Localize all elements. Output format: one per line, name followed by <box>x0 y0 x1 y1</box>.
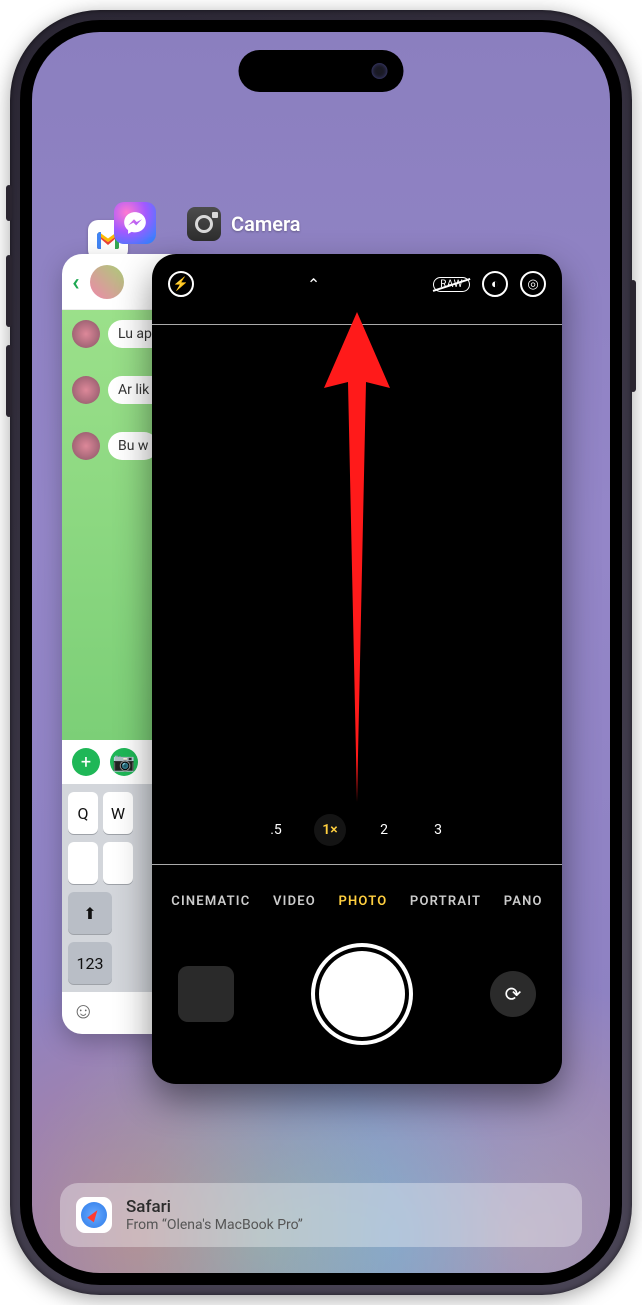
raw-toggle[interactable]: RAW <box>433 277 470 292</box>
message-bubble: Bu w <box>108 432 158 460</box>
screen: Camera ‹ Lu ap th Ar lik is Bu w + 📷 <box>32 32 610 1273</box>
volume-down-button[interactable] <box>6 345 12 417</box>
compose-row: + 📷 <box>62 740 202 784</box>
messages-navbar: ‹ <box>62 254 202 310</box>
mode-photo[interactable]: PHOTO <box>338 894 387 909</box>
arrow-icon <box>324 312 390 802</box>
app-card-messages[interactable]: ‹ Lu ap th Ar lik is Bu w + 📷 Q W <box>62 254 202 1034</box>
volume-up-button[interactable] <box>6 255 12 327</box>
avatar <box>72 320 100 348</box>
front-camera-icon <box>372 63 388 79</box>
app-card-camera[interactable]: ⚡ ⌃ RAW ◐ ◎ .5 1× 2 3 <box>152 254 562 1084</box>
last-photo-thumbnail[interactable] <box>178 966 234 1022</box>
avatar <box>72 376 100 404</box>
keyboard[interactable]: Q W ⬆ 123 <box>62 784 202 992</box>
avatar <box>72 432 100 460</box>
back-chevron-icon[interactable]: ‹ <box>72 268 80 296</box>
message-bubble: Lu ap th <box>108 320 178 348</box>
zoom-selector[interactable]: .5 1× 2 3 <box>152 814 562 846</box>
shift-key[interactable]: ⬆ <box>68 892 112 934</box>
numbers-key[interactable]: 123 <box>68 942 112 984</box>
flash-icon[interactable]: ⚡ <box>168 271 194 297</box>
handoff-title: Safari <box>126 1197 303 1217</box>
safari-icon <box>76 1197 112 1233</box>
flip-camera-button[interactable]: ⟳ <box>490 971 536 1017</box>
mode-pano[interactable]: PANO <box>504 894 543 909</box>
zoom-1x[interactable]: 1× <box>314 814 346 846</box>
filters-icon[interactable]: ◎ <box>520 271 546 297</box>
camera-shutter-row: ⟳ <box>152 934 562 1054</box>
emoji-key[interactable]: ☺ <box>62 992 202 1030</box>
app-card-header-camera: Camera <box>187 207 301 241</box>
gmail-app-icon <box>88 220 128 260</box>
mute-switch[interactable] <box>6 185 12 221</box>
key-w[interactable]: W <box>103 792 133 834</box>
key-q[interactable]: Q <box>68 792 98 834</box>
camera-top-toolbar: ⚡ ⌃ RAW ◐ ◎ <box>152 254 562 314</box>
attach-button[interactable]: + <box>72 748 100 776</box>
zoom-0-5x[interactable]: .5 <box>260 814 292 846</box>
side-button[interactable] <box>630 280 636 392</box>
live-photo-icon[interactable]: ◐ <box>482 271 508 297</box>
camera-button[interactable]: 📷 <box>110 748 138 776</box>
messages-thread: Lu ap th Ar lik is Bu w <box>62 310 202 740</box>
app-card-title: Camera <box>231 212 301 236</box>
chevron-up-icon[interactable]: ⌃ <box>301 271 327 297</box>
mode-video[interactable]: VIDEO <box>273 894 316 909</box>
iphone-frame: Camera ‹ Lu ap th Ar lik is Bu w + 📷 <box>10 10 632 1295</box>
camera-mode-selector[interactable]: CINEMATIC VIDEO PHOTO PORTRAIT PANO <box>152 894 562 909</box>
shutter-button[interactable] <box>319 951 405 1037</box>
handoff-banner[interactable]: Safari From “Olena's MacBook Pro” <box>60 1183 582 1247</box>
camera-app-icon <box>187 207 221 241</box>
handoff-subtitle: From “Olena's MacBook Pro” <box>126 1217 303 1233</box>
message-bubble: Ar lik is <box>108 376 173 404</box>
handoff-text: Safari From “Olena's MacBook Pro” <box>126 1197 303 1233</box>
dynamic-island[interactable] <box>239 50 404 92</box>
messenger-app-icon <box>114 202 156 244</box>
mode-cinematic[interactable]: CINEMATIC <box>171 894 250 909</box>
zoom-2x[interactable]: 2 <box>368 814 400 846</box>
key[interactable] <box>103 842 133 884</box>
key[interactable] <box>68 842 98 884</box>
contact-avatar[interactable] <box>90 265 124 299</box>
zoom-3x[interactable]: 3 <box>422 814 454 846</box>
bezel: Camera ‹ Lu ap th Ar lik is Bu w + 📷 <box>20 20 622 1285</box>
swipe-up-arrow-annotation <box>322 312 392 802</box>
mode-portrait[interactable]: PORTRAIT <box>410 894 481 909</box>
